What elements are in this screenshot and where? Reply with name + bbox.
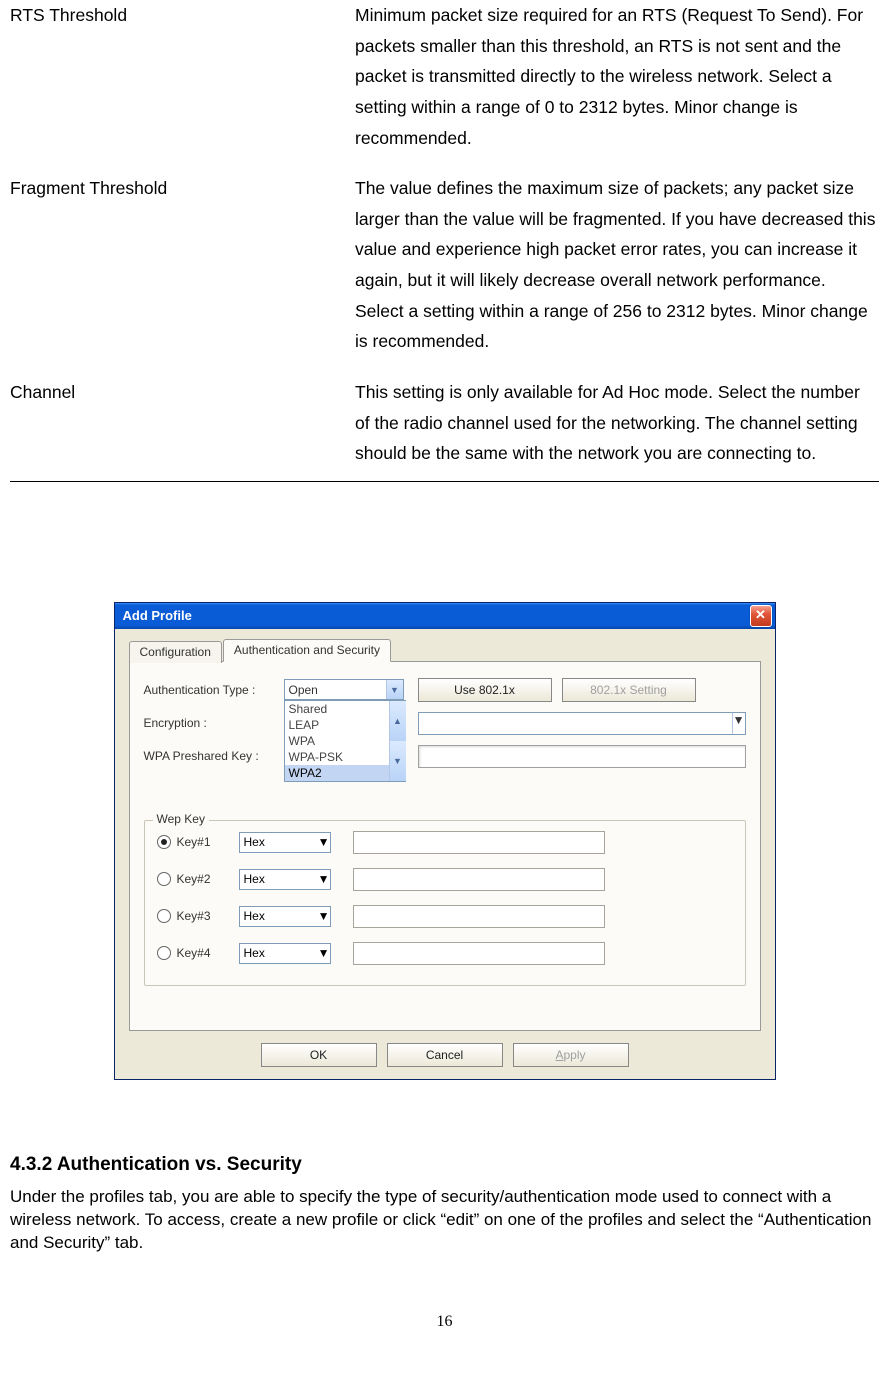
page-number: 16 <box>10 1313 879 1331</box>
tab-configuration[interactable]: Configuration <box>129 641 222 663</box>
key1-input[interactable] <box>353 831 605 854</box>
auth-option-leap[interactable]: LEAP <box>285 717 389 733</box>
key3-label: Key#3 <box>177 909 239 923</box>
listbox-scrollbar[interactable]: ▲ ▼ <box>389 701 405 781</box>
apply-button[interactable]: Apply <box>513 1043 629 1067</box>
dialog-title: Add Profile <box>123 608 192 623</box>
term-rts: RTS Threshold <box>10 0 355 173</box>
definitions-table: RTS Threshold Minimum packet size requir… <box>10 0 879 475</box>
auth-security-panel: Authentication Type : Open ▼ Shared LEAP <box>129 661 761 1031</box>
auth-option-wpa-psk[interactable]: WPA-PSK <box>285 749 389 765</box>
key4-format-combo[interactable]: Hex ▼ <box>239 943 331 964</box>
key2-radio[interactable] <box>157 872 171 886</box>
wpa-preshared-key-input[interactable] <box>418 745 746 768</box>
add-profile-dialog: Add Profile ✕ Configuration Authenticati… <box>114 602 776 1080</box>
scroll-down-icon[interactable]: ▼ <box>389 741 406 781</box>
auth-type-listbox[interactable]: Shared LEAP WPA WPA-PSK WPA2 ▲ ▼ <box>284 700 406 782</box>
desc-channel: This setting is only available for Ad Ho… <box>355 377 879 475</box>
key4-format-value: Hex <box>244 946 265 960</box>
dialog-titlebar[interactable]: Add Profile ✕ <box>115 603 775 629</box>
key2-format-combo[interactable]: Hex ▼ <box>239 869 331 890</box>
wep-key-group: Wep Key Key#1 Hex ▼ Key# <box>144 820 746 986</box>
ok-button[interactable]: OK <box>261 1043 377 1067</box>
key1-radio[interactable] <box>157 835 171 849</box>
key3-radio[interactable] <box>157 909 171 923</box>
close-icon[interactable]: ✕ <box>750 605 772 627</box>
key2-label: Key#2 <box>177 872 239 886</box>
desc-fragment: The value defines the maximum size of pa… <box>355 173 879 377</box>
auth-option-shared[interactable]: Shared <box>285 701 389 717</box>
key1-format-value: Hex <box>244 835 265 849</box>
auth-type-combo[interactable]: Open ▼ <box>284 679 404 700</box>
wep-key-legend: Wep Key <box>153 812 209 826</box>
tab-auth-security[interactable]: Authentication and Security <box>223 639 391 662</box>
8021x-setting-button[interactable]: 802.1x Setting <box>562 678 696 702</box>
key3-input[interactable] <box>353 905 605 928</box>
key2-input[interactable] <box>353 868 605 891</box>
chevron-down-icon[interactable]: ▼ <box>732 713 745 734</box>
desc-rts: Minimum packet size required for an RTS … <box>355 0 879 173</box>
key4-input[interactable] <box>353 942 605 965</box>
auth-option-wpa2[interactable]: WPA2 <box>285 765 389 781</box>
auth-type-value: Open <box>289 683 318 697</box>
table-separator <box>10 481 879 482</box>
use-8021x-button[interactable]: Use 802.1x <box>418 678 552 702</box>
cancel-button[interactable]: Cancel <box>387 1043 503 1067</box>
encryption-combo[interactable]: ▼ <box>418 712 746 735</box>
chevron-down-icon[interactable]: ▼ <box>318 909 330 923</box>
auth-option-wpa[interactable]: WPA <box>285 733 389 749</box>
key2-format-value: Hex <box>244 872 265 886</box>
key4-radio[interactable] <box>157 946 171 960</box>
key1-format-combo[interactable]: Hex ▼ <box>239 832 331 853</box>
chevron-down-icon[interactable]: ▼ <box>318 872 330 886</box>
term-fragment: Fragment Threshold <box>10 173 355 377</box>
key3-format-combo[interactable]: Hex ▼ <box>239 906 331 927</box>
section-heading: 4.3.2 Authentication vs. Security <box>10 1154 879 1176</box>
scroll-up-icon[interactable]: ▲ <box>389 701 406 741</box>
term-channel: Channel <box>10 377 355 475</box>
label-encryption: Encryption : <box>144 716 284 730</box>
label-auth-type: Authentication Type : <box>144 683 284 697</box>
chevron-down-icon[interactable]: ▼ <box>318 835 330 849</box>
key4-label: Key#4 <box>177 946 239 960</box>
key1-label: Key#1 <box>177 835 239 849</box>
chevron-down-icon[interactable]: ▼ <box>318 946 330 960</box>
key3-format-value: Hex <box>244 909 265 923</box>
label-wpa-key: WPA Preshared Key : <box>144 749 284 763</box>
chevron-down-icon[interactable]: ▼ <box>386 680 403 699</box>
section-body: Under the profiles tab, you are able to … <box>10 1186 879 1255</box>
